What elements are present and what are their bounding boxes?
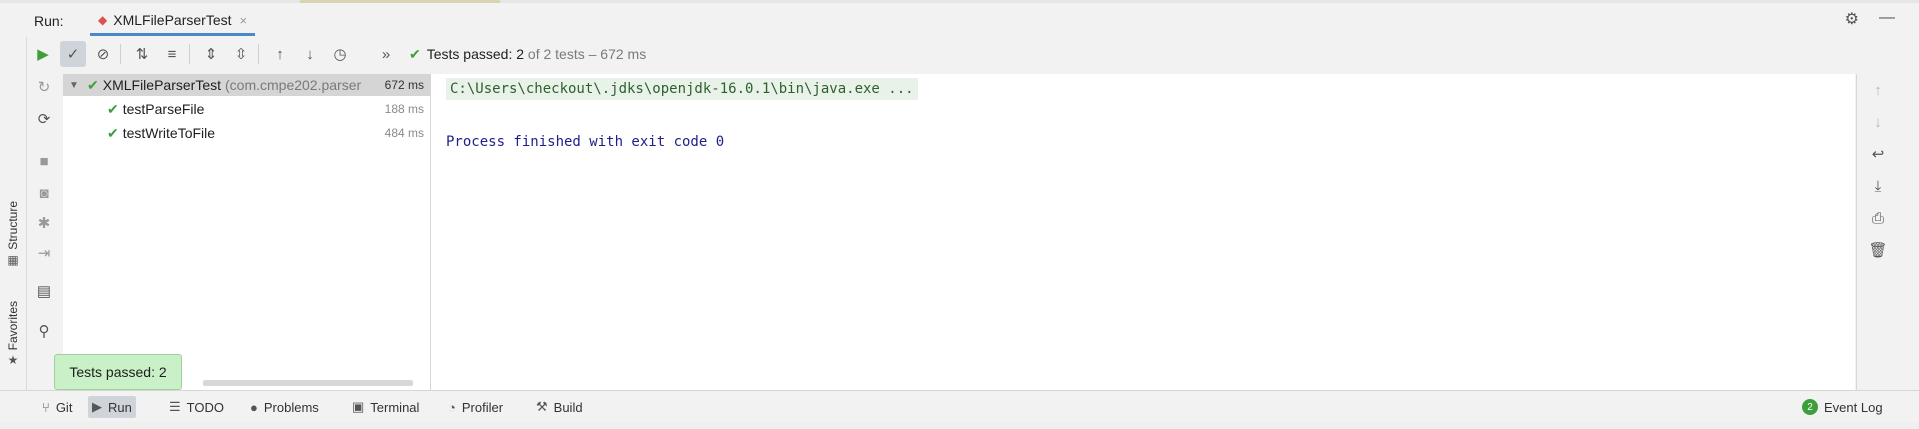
- run-icon: ▶: [92, 399, 102, 414]
- sort-duration-icon[interactable]: ≡: [159, 41, 185, 67]
- history-icon[interactable]: ◷: [327, 41, 353, 67]
- tree-root-duration: 672 ms: [384, 78, 424, 92]
- console-side-toolbar: ↑ ↓ ↩ ⤓ ⎙ 🗑: [1858, 74, 1898, 390]
- structure-label: Structure: [6, 201, 20, 250]
- profiler-icon: ◔: [448, 399, 456, 415]
- tool-todo-label: TODO: [186, 399, 224, 415]
- toolbar-divider: [189, 44, 190, 64]
- tree-horizontal-scrollbar[interactable]: [203, 380, 413, 386]
- pass-icon: ✔: [87, 76, 99, 93]
- tool-terminal[interactable]: ▣ Terminal: [348, 396, 423, 418]
- soft-wrap-icon[interactable]: ↩: [1868, 144, 1888, 164]
- status-passed-label: Tests passed:: [426, 46, 513, 62]
- debug-icon[interactable]: ✱: [34, 213, 54, 233]
- list-icon: ☰: [169, 399, 181, 414]
- test-status: ✔ Tests passed: 2 of 2 tests – 672 ms: [409, 46, 646, 63]
- tests-passed-tooltip: Tests passed: 2: [54, 354, 182, 390]
- show-ignored-icon[interactable]: ⊘: [90, 41, 116, 67]
- tool-terminal-label: Terminal: [370, 399, 420, 415]
- tool-profiler[interactable]: ◔ Profiler: [444, 396, 507, 418]
- status-bar: [0, 422, 1919, 429]
- stop-icon[interactable]: ■: [34, 151, 54, 171]
- tool-git[interactable]: ⑂ Git: [38, 396, 76, 418]
- run-config-tab[interactable]: ◆ XMLFileParserTest ×: [90, 7, 256, 36]
- tree-root-row[interactable]: ▼ ✔ XMLFileParserTest (com.cmpe202.parse…: [63, 74, 430, 96]
- tool-todo[interactable]: ☰ TODO: [165, 396, 228, 418]
- print-icon[interactable]: ⎙: [1868, 208, 1888, 228]
- show-passed-icon[interactable]: ✓: [60, 41, 86, 67]
- event-count-badge: 2: [1802, 399, 1818, 415]
- pass-icon: ✔: [107, 124, 119, 141]
- structure-icon: ▦: [7, 252, 19, 267]
- terminal-icon: ▣: [352, 399, 365, 414]
- console-exit-line: Process finished with exit code 0: [446, 134, 725, 150]
- console-divider: [1856, 74, 1857, 390]
- pass-icon: ✔: [107, 100, 119, 117]
- hammer-icon: ⚒: [536, 399, 548, 414]
- test-config-icon: ◆: [98, 13, 108, 27]
- status-detail: of 2 tests – 672 ms: [527, 46, 647, 62]
- more-icon[interactable]: »: [373, 41, 399, 67]
- run-label: Run:: [34, 13, 64, 29]
- test-tree: ▼ ✔ XMLFileParserTest (com.cmpe202.parse…: [63, 74, 431, 390]
- camera-icon[interactable]: ◙: [34, 183, 54, 203]
- tool-event-log[interactable]: 2 Event Log: [1798, 396, 1887, 418]
- toolbar-divider: [258, 44, 259, 64]
- expand-all-icon[interactable]: ⇕: [198, 41, 224, 67]
- sort-alpha-icon[interactable]: ⇅: [129, 41, 155, 67]
- tool-build-label: Build: [553, 399, 583, 415]
- pin-icon[interactable]: ⚲: [34, 321, 54, 341]
- close-icon[interactable]: ×: [240, 13, 248, 28]
- tool-profiler-label: Profiler: [461, 399, 504, 415]
- tree-root-package: (com.cmpe202.parser: [225, 77, 362, 93]
- trash-icon[interactable]: 🗑: [1868, 240, 1888, 260]
- structure-tab[interactable]: Structure ▦: [3, 201, 23, 266]
- console-command-line[interactable]: C:\Users\checkout\.jdks\openjdk-16.0.1\b…: [446, 78, 918, 100]
- tree-item-duration: 484 ms: [384, 126, 424, 140]
- tool-run[interactable]: ▶ Run: [88, 396, 136, 418]
- tree-root-name: XMLFileParserTest: [102, 77, 221, 93]
- chevron-down-icon[interactable]: ▼: [69, 80, 81, 91]
- minimize-icon[interactable]: —: [1879, 9, 1895, 29]
- tool-problems[interactable]: ● Problems: [246, 396, 323, 418]
- gear-icon[interactable]: ⚙: [1845, 9, 1859, 29]
- favorites-tab[interactable]: Favorites ★: [3, 301, 23, 366]
- console-output[interactable]: C:\Users\checkout\.jdks\openjdk-16.0.1\b…: [431, 74, 1855, 390]
- tool-build[interactable]: ⚒ Build: [532, 396, 587, 418]
- status-count: 2: [516, 46, 525, 62]
- tool-event-log-label: Event Log: [1824, 399, 1883, 415]
- arrow-down-icon[interactable]: ↓: [1868, 112, 1888, 132]
- left-tool-strip: Structure ▦ Favorites ★: [0, 3, 27, 390]
- tree-item-row[interactable]: ✔ testWriteToFile 484 ms: [63, 122, 430, 144]
- scroll-to-end-icon[interactable]: ⤓: [1868, 176, 1888, 196]
- rerun-failed-icon[interactable]: ↻: [34, 77, 54, 97]
- run-tab-title: XMLFileParserTest: [113, 12, 232, 28]
- tree-item-duration: 188 ms: [384, 102, 424, 116]
- toolbar-divider: [120, 44, 121, 64]
- favorites-label: Favorites: [6, 301, 20, 351]
- tool-problems-label: Problems: [263, 399, 319, 415]
- toggle-auto-test-icon[interactable]: ⟳: [34, 109, 54, 129]
- tooltip-text: Tests passed: 2: [69, 364, 167, 380]
- info-icon: ●: [250, 399, 258, 415]
- previous-failed-icon[interactable]: ↑: [267, 41, 293, 67]
- tree-item-name: testWriteToFile: [122, 125, 216, 141]
- arrow-up-icon[interactable]: ↑: [1868, 80, 1888, 100]
- star-icon: ★: [7, 353, 19, 368]
- check-icon: ✔: [409, 45, 421, 62]
- tool-git-label: Git: [55, 399, 73, 415]
- run-side-toolbar: ↻ ⟳ ■ ◙ ✱ ⇥ ▤ ⚲: [26, 71, 62, 390]
- tree-item-row[interactable]: ✔ testParseFile 188 ms: [63, 98, 430, 120]
- run-toolbar: ▶ ✓ ⊘ ⇅ ≡ ⇕ ⇳ ↑ ↓ ◷ » ✔ Tests passed: 2 …: [26, 37, 1919, 71]
- tree-item-name: testParseFile: [122, 101, 205, 117]
- tool-window-bar: ⑂ Git ▶ Run ☰ TODO ● Problems ▣ Terminal ◔ Pro…: [0, 390, 1919, 423]
- import-tests-icon[interactable]: ⇥: [34, 243, 54, 263]
- layout-icon[interactable]: ▤: [34, 281, 54, 301]
- next-failed-icon[interactable]: ↓: [297, 41, 323, 67]
- tool-run-label: Run: [108, 399, 132, 415]
- rerun-icon[interactable]: ▶: [30, 41, 56, 67]
- collapse-all-icon[interactable]: ⇳: [228, 41, 254, 67]
- git-branch-icon: ⑂: [42, 399, 50, 415]
- run-header: Run: ◆ XMLFileParserTest × ⚙ —: [26, 3, 1919, 37]
